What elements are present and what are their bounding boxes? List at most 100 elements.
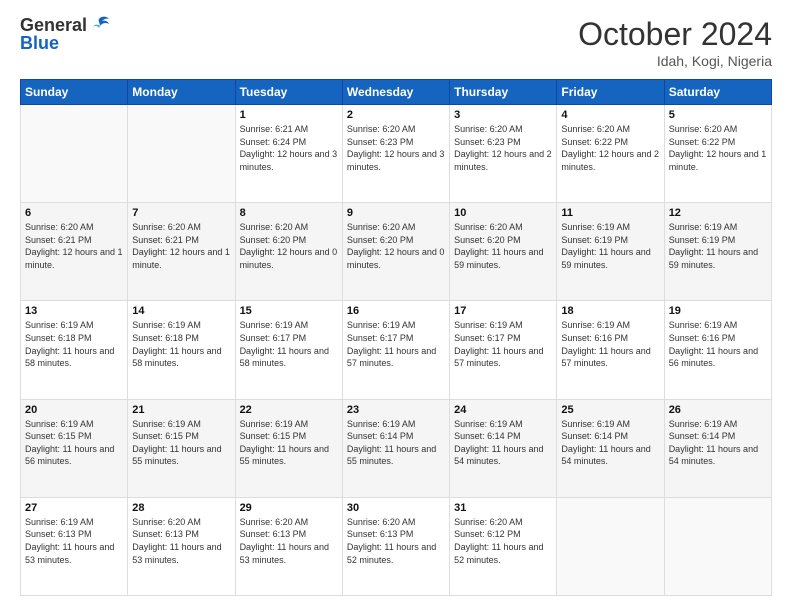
day-number: 8 <box>240 207 338 219</box>
day-info: Sunrise: 6:20 AM Sunset: 6:20 PM Dayligh… <box>240 221 338 271</box>
day-number: 15 <box>240 305 338 317</box>
day-info: Sunrise: 6:20 AM Sunset: 6:23 PM Dayligh… <box>454 123 552 173</box>
calendar-cell: 19Sunrise: 6:19 AM Sunset: 6:16 PM Dayli… <box>664 301 771 399</box>
day-number: 1 <box>240 109 338 121</box>
logo-blue: Blue <box>20 34 111 54</box>
location: Idah, Kogi, Nigeria <box>578 53 772 69</box>
day-number: 25 <box>561 404 659 416</box>
calendar-cell: 2 Sunrise: 6:20 AM Sunset: 6:23 PM Daylig… <box>342 105 449 203</box>
title-block: October 2024 Idah, Kogi, Nigeria <box>578 16 772 69</box>
day-number: 29 <box>240 502 338 514</box>
day-number: 21 <box>132 404 230 416</box>
calendar-cell: 16 Sunrise: 6:19 AM Sunset: 6:17 PM Dayli… <box>342 301 449 399</box>
day-info: Sunrise: 6:20 AM Sunset: 6:22 PM Dayligh… <box>669 123 767 173</box>
calendar-week-row: 6 Sunrise: 6:20 AM Sunset: 6:21 PM Daylig… <box>21 203 772 301</box>
calendar-cell <box>21 105 128 203</box>
calendar-cell: 21 Sunrise: 6:19 AM Sunset: 6:15 PM Dayli… <box>128 399 235 497</box>
day-info: Sunrise: 6:20 AM Sunset: 6:21 PM Dayligh… <box>132 221 230 271</box>
calendar-cell: 26 Sunrise: 6:19 AM Sunset: 6:14 PM Dayli… <box>664 399 771 497</box>
logo: General Blue <box>20 16 111 54</box>
day-info: Sunrise: 6:19 AM Sunset: 6:15 PM Dayligh… <box>132 418 230 468</box>
day-number: 19 <box>669 305 767 317</box>
day-info: Sunrise: 6:19 AM Sunset: 6:18 PM Dayligh… <box>25 319 123 369</box>
calendar-header-thursday: Thursday <box>450 80 557 105</box>
calendar-cell: 12Sunrise: 6:19 AM Sunset: 6:19 PM Dayli… <box>664 203 771 301</box>
day-number: 26 <box>669 404 767 416</box>
calendar-cell: 11Sunrise: 6:19 AM Sunset: 6:19 PM Dayli… <box>557 203 664 301</box>
calendar-header-row: SundayMondayTuesdayWednesdayThursdayFrid… <box>21 80 772 105</box>
day-number: 27 <box>25 502 123 514</box>
calendar-cell: 10Sunrise: 6:20 AM Sunset: 6:20 PM Dayli… <box>450 203 557 301</box>
day-info: Sunrise: 6:20 AM Sunset: 6:12 PM Dayligh… <box>454 516 552 566</box>
calendar-header-monday: Monday <box>128 80 235 105</box>
calendar-cell: 24Sunrise: 6:19 AM Sunset: 6:14 PM Dayli… <box>450 399 557 497</box>
calendar-cell: 8 Sunrise: 6:20 AM Sunset: 6:20 PM Daylig… <box>235 203 342 301</box>
day-number: 6 <box>25 207 123 219</box>
day-info: Sunrise: 6:19 AM Sunset: 6:17 PM Dayligh… <box>240 319 338 369</box>
day-number: 14 <box>132 305 230 317</box>
day-number: 23 <box>347 404 445 416</box>
calendar-cell: 7Sunrise: 6:20 AM Sunset: 6:21 PM Daylig… <box>128 203 235 301</box>
calendar-cell: 22 Sunrise: 6:19 AM Sunset: 6:15 PM Dayli… <box>235 399 342 497</box>
calendar-cell: 17 Sunrise: 6:19 AM Sunset: 6:17 PM Dayli… <box>450 301 557 399</box>
calendar-cell <box>128 105 235 203</box>
calendar-header-sunday: Sunday <box>21 80 128 105</box>
day-info: Sunrise: 6:19 AM Sunset: 6:13 PM Dayligh… <box>25 516 123 566</box>
day-info: Sunrise: 6:20 AM Sunset: 6:20 PM Dayligh… <box>347 221 445 271</box>
calendar-week-row: 1 Sunrise: 6:21 AM Sunset: 6:24 PM Daylig… <box>21 105 772 203</box>
day-info: Sunrise: 6:19 AM Sunset: 6:19 PM Dayligh… <box>669 221 767 271</box>
calendar-cell: 6 Sunrise: 6:20 AM Sunset: 6:21 PM Daylig… <box>21 203 128 301</box>
day-number: 2 <box>347 109 445 121</box>
day-info: Sunrise: 6:20 AM Sunset: 6:13 PM Dayligh… <box>132 516 230 566</box>
day-info: Sunrise: 6:19 AM Sunset: 6:14 PM Dayligh… <box>347 418 445 468</box>
day-info: Sunrise: 6:19 AM Sunset: 6:16 PM Dayligh… <box>561 319 659 369</box>
month-title: October 2024 <box>578 16 772 53</box>
day-number: 18 <box>561 305 659 317</box>
day-info: Sunrise: 6:20 AM Sunset: 6:13 PM Dayligh… <box>240 516 338 566</box>
calendar-cell <box>664 497 771 595</box>
day-info: Sunrise: 6:20 AM Sunset: 6:23 PM Dayligh… <box>347 123 445 173</box>
calendar-cell: 28 Sunrise: 6:20 AM Sunset: 6:13 PM Dayli… <box>128 497 235 595</box>
day-info: Sunrise: 6:19 AM Sunset: 6:18 PM Dayligh… <box>132 319 230 369</box>
calendar-cell: 31Sunrise: 6:20 AM Sunset: 6:12 PM Dayli… <box>450 497 557 595</box>
calendar-cell: 14 Sunrise: 6:19 AM Sunset: 6:18 PM Dayli… <box>128 301 235 399</box>
calendar-cell: 30Sunrise: 6:20 AM Sunset: 6:13 PM Dayli… <box>342 497 449 595</box>
day-number: 13 <box>25 305 123 317</box>
day-number: 28 <box>132 502 230 514</box>
day-info: Sunrise: 6:19 AM Sunset: 6:14 PM Dayligh… <box>669 418 767 468</box>
calendar-header-wednesday: Wednesday <box>342 80 449 105</box>
day-info: Sunrise: 6:19 AM Sunset: 6:17 PM Dayligh… <box>347 319 445 369</box>
day-info: Sunrise: 6:19 AM Sunset: 6:14 PM Dayligh… <box>561 418 659 468</box>
calendar-cell: 23 Sunrise: 6:19 AM Sunset: 6:14 PM Dayli… <box>342 399 449 497</box>
header: General Blue October 2024 Idah, Kogi, Ni… <box>20 16 772 69</box>
day-number: 4 <box>561 109 659 121</box>
day-number: 9 <box>347 207 445 219</box>
day-number: 3 <box>454 109 552 121</box>
calendar-week-row: 27 Sunrise: 6:19 AM Sunset: 6:13 PM Dayli… <box>21 497 772 595</box>
day-number: 11 <box>561 207 659 219</box>
day-info: Sunrise: 6:19 AM Sunset: 6:17 PM Dayligh… <box>454 319 552 369</box>
calendar-header-saturday: Saturday <box>664 80 771 105</box>
day-number: 17 <box>454 305 552 317</box>
logo-bird-icon <box>89 16 111 34</box>
calendar-cell: 18 Sunrise: 6:19 AM Sunset: 6:16 PM Dayli… <box>557 301 664 399</box>
day-info: Sunrise: 6:20 AM Sunset: 6:22 PM Dayligh… <box>561 123 659 173</box>
calendar-header-friday: Friday <box>557 80 664 105</box>
calendar-cell: 9 Sunrise: 6:20 AM Sunset: 6:20 PM Daylig… <box>342 203 449 301</box>
calendar: SundayMondayTuesdayWednesdayThursdayFrid… <box>20 79 772 596</box>
day-number: 16 <box>347 305 445 317</box>
day-number: 20 <box>25 404 123 416</box>
calendar-cell: 27 Sunrise: 6:19 AM Sunset: 6:13 PM Dayli… <box>21 497 128 595</box>
calendar-week-row: 13 Sunrise: 6:19 AM Sunset: 6:18 PM Dayli… <box>21 301 772 399</box>
day-info: Sunrise: 6:20 AM Sunset: 6:21 PM Dayligh… <box>25 221 123 271</box>
calendar-week-row: 20 Sunrise: 6:19 AM Sunset: 6:15 PM Dayli… <box>21 399 772 497</box>
calendar-cell: 15 Sunrise: 6:19 AM Sunset: 6:17 PM Dayli… <box>235 301 342 399</box>
day-number: 22 <box>240 404 338 416</box>
calendar-cell: 4 Sunrise: 6:20 AM Sunset: 6:22 PM Daylig… <box>557 105 664 203</box>
calendar-cell <box>557 497 664 595</box>
day-info: Sunrise: 6:21 AM Sunset: 6:24 PM Dayligh… <box>240 123 338 173</box>
day-number: 24 <box>454 404 552 416</box>
calendar-cell: 5Sunrise: 6:20 AM Sunset: 6:22 PM Daylig… <box>664 105 771 203</box>
day-info: Sunrise: 6:19 AM Sunset: 6:15 PM Dayligh… <box>240 418 338 468</box>
page: General Blue October 2024 Idah, Kogi, Ni… <box>0 0 792 612</box>
